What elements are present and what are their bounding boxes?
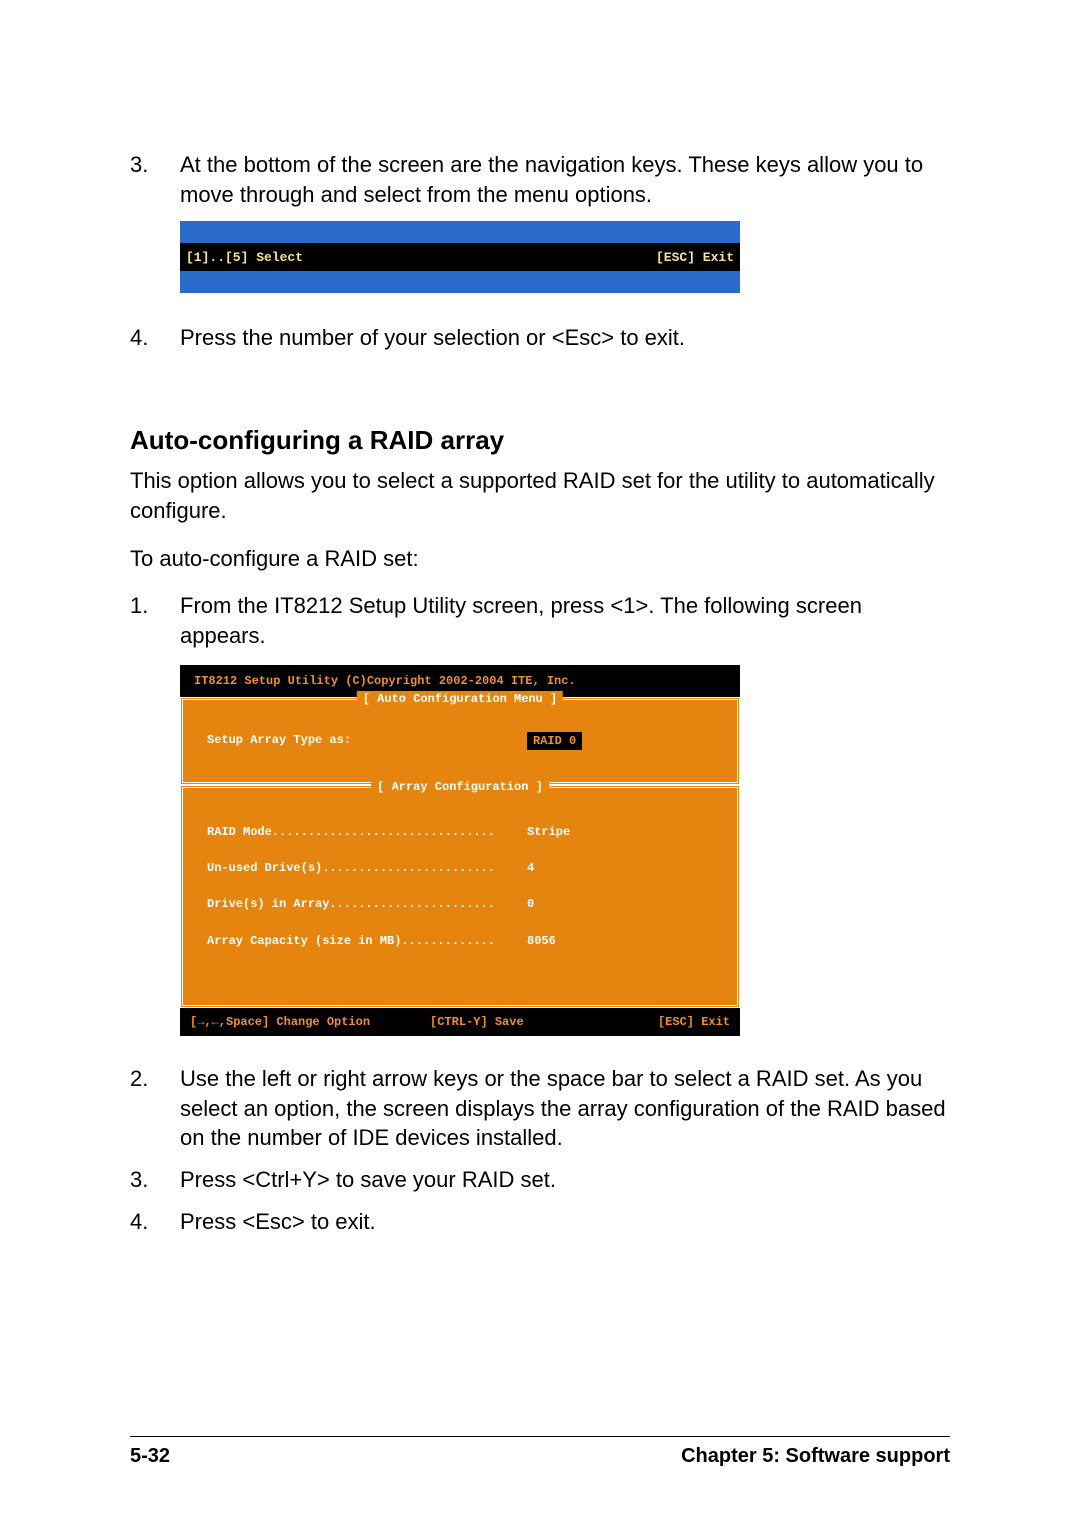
unused-drives-row: Un-used Drive(s)........................… (207, 860, 713, 876)
chapter-title: Chapter 5: Software support (681, 1445, 950, 1468)
panel-title: [ Array Configuration ] (371, 779, 549, 795)
navkeys-top-bar (180, 221, 740, 243)
row-label: Setup Array Type as: (207, 732, 527, 750)
row-label: RAID Mode............................... (207, 824, 527, 840)
step-number: 4. (130, 1207, 180, 1237)
row-value: 8056 (527, 933, 556, 949)
panel-title: [ Auto Configuration Menu ] (357, 691, 563, 707)
page-content: 3. At the bottom of the screen are the n… (130, 150, 950, 1236)
row-label: Drive(s) in Array....................... (207, 896, 527, 912)
array-config-panel: [ Array Configuration ] RAID Mode.......… (180, 785, 740, 1008)
step-number: 4. (130, 323, 180, 353)
footer-left-group: [→,←,Space] Change Option [CTRL-Y] Save (190, 1014, 524, 1030)
row-value: Stripe (527, 824, 570, 840)
array-capacity-row: Array Capacity (size in MB).............… (207, 933, 713, 949)
auto-step-1: 1. From the IT8212 Setup Utility screen,… (130, 591, 950, 650)
row-label: Array Capacity (size in MB)............. (207, 933, 527, 949)
step-4: 4. Press the number of your selection or… (130, 323, 950, 353)
step-number: 1. (130, 591, 180, 650)
step-text: From the IT8212 Setup Utility screen, pr… (180, 591, 950, 650)
footer-save: [CTRL-Y] Save (430, 1014, 524, 1030)
navkeys-panel: [1]..[5] Select [ESC] Exit (180, 221, 740, 293)
auto-step-2: 2. Use the left or right arrow keys or t… (130, 1064, 950, 1153)
navkeys-select: [1]..[5] Select (186, 249, 303, 267)
step-text: At the bottom of the screen are the navi… (180, 150, 950, 209)
raid-mode-row: RAID Mode...............................… (207, 824, 713, 840)
it8212-screen: IT8212 Setup Utility (C)Copyright 2002-2… (180, 665, 740, 1036)
navkeys-bottom-bar (180, 271, 740, 293)
it8212-footer: [→,←,Space] Change Option [CTRL-Y] Save … (180, 1008, 740, 1036)
step-number: 2. (130, 1064, 180, 1153)
auto-step-3: 3. Press <Ctrl+Y> to save your RAID set. (130, 1165, 950, 1195)
navkeys-exit: [ESC] Exit (656, 249, 734, 267)
drives-in-array-row: Drive(s) in Array.......................… (207, 896, 713, 912)
step-number: 3. (130, 150, 180, 209)
section-lead: To auto-configure a RAID set: (130, 544, 950, 574)
step-3: 3. At the bottom of the screen are the n… (130, 150, 950, 209)
section-heading: Auto-configuring a RAID array (130, 423, 950, 458)
row-value-selected[interactable]: RAID 0 (527, 732, 582, 750)
row-label: Un-used Drive(s)........................ (207, 860, 527, 876)
auto-step-4: 4. Press <Esc> to exit. (130, 1207, 950, 1237)
step-text: Use the left or right arrow keys or the … (180, 1064, 950, 1153)
footer-change-option: [→,←,Space] Change Option (190, 1014, 370, 1030)
document-page: 3. At the bottom of the screen are the n… (0, 0, 1080, 1528)
row-value: 0 (527, 896, 534, 912)
step-text: Press <Ctrl+Y> to save your RAID set. (180, 1165, 950, 1195)
section-intro: This option allows you to select a suppo… (130, 466, 950, 525)
page-number: 5-32 (130, 1445, 170, 1468)
page-footer: 5-32 Chapter 5: Software support (130, 1436, 950, 1468)
row-value: 4 (527, 860, 534, 876)
auto-config-panel: [ Auto Configuration Menu ] Setup Array … (180, 697, 740, 785)
setup-array-type-row: Setup Array Type as: RAID 0 (207, 732, 713, 750)
step-text: Press <Esc> to exit. (180, 1207, 950, 1237)
navkeys-row: [1]..[5] Select [ESC] Exit (180, 243, 740, 271)
step-text: Press the number of your selection or <E… (180, 323, 950, 353)
step-number: 3. (130, 1165, 180, 1195)
footer-exit: [ESC] Exit (658, 1014, 730, 1030)
